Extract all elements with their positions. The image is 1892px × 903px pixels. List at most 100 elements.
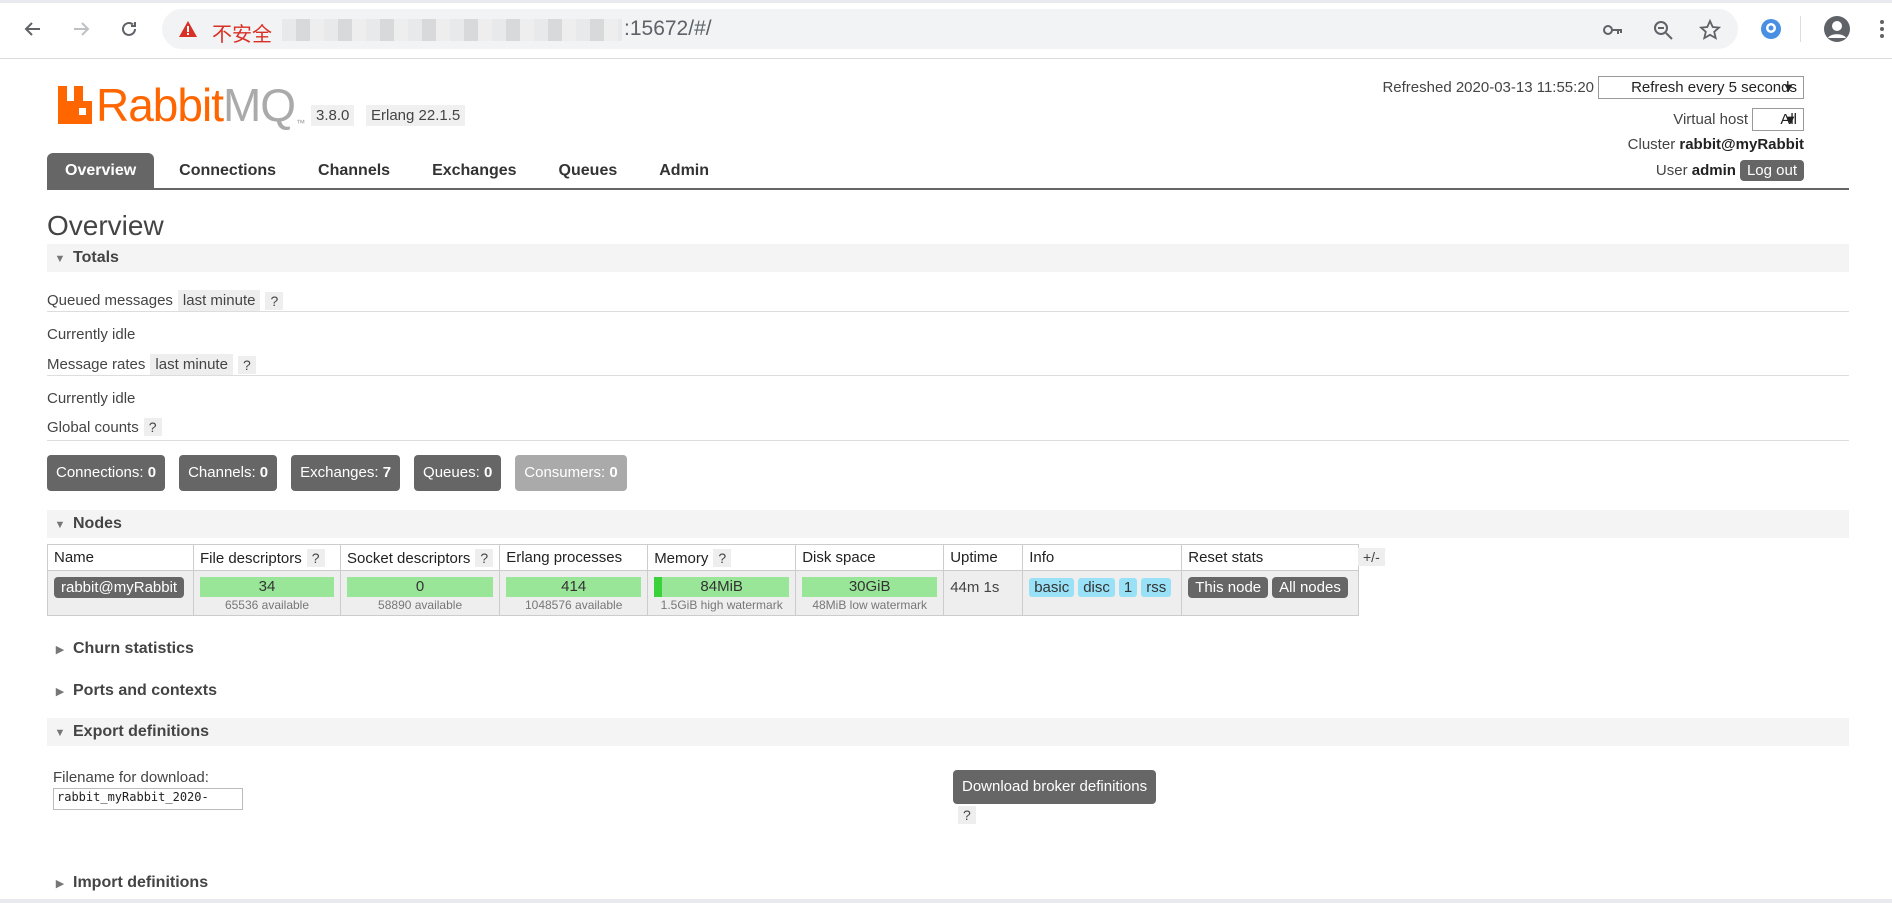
version-badge: 3.8.0 — [311, 105, 355, 126]
tab-exchanges[interactable]: Exchanges — [415, 153, 533, 188]
download-definitions-button[interactable]: Download broker definitions — [953, 770, 1157, 804]
filename-input[interactable]: rabbit_myRabbit_2020- — [53, 788, 243, 810]
col-socket-descriptors: Socket descriptors? — [339, 544, 501, 571]
help-button[interactable]: ? — [713, 548, 732, 567]
channels-count-button[interactable]: Channels: 0 — [179, 455, 278, 491]
info-tag-basic[interactable]: basic — [1029, 578, 1075, 597]
ep-available: 1048576 available — [524, 598, 623, 612]
consumers-count-button[interactable]: Consumers: 0 — [515, 455, 627, 491]
address-bar[interactable]: 不安全 :15672/#/ — [162, 9, 1738, 49]
caret-down-icon: ▼ — [54, 253, 66, 265]
queued-range-toggle[interactable]: last minute — [177, 290, 261, 311]
chevron-down-icon: ▼ — [1784, 112, 1797, 127]
node-name-cell: rabbit@myRabbit — [47, 570, 194, 616]
reset-this-node-button[interactable]: This node — [1188, 577, 1269, 598]
section-ports-header[interactable]: ▶ Ports and contexts — [47, 677, 1849, 705]
message-rates-label: Message rates — [47, 356, 146, 373]
extension-icon[interactable] — [1756, 14, 1786, 44]
col-disk-space: Disk space — [795, 544, 945, 571]
divider — [47, 440, 1849, 441]
queues-count-button[interactable]: Queues: 0 — [414, 455, 502, 491]
ep-cell: 414 1048576 available — [499, 570, 649, 616]
help-button[interactable]: ? — [475, 548, 494, 567]
sd-cell: 0 58890 available — [339, 570, 501, 616]
help-button[interactable]: ? — [306, 548, 325, 567]
logo-wordmark: RabbitMQ — [96, 79, 296, 131]
fd-cell: 34 65536 available — [193, 570, 341, 616]
tabs-underline — [47, 188, 1849, 190]
reload-icon[interactable] — [114, 14, 144, 44]
info-tag-disc[interactable]: disc — [1078, 578, 1115, 597]
info-tag-rss[interactable]: rss — [1141, 578, 1172, 597]
disk-cell: 30GiB 48MiB low watermark — [795, 570, 945, 616]
section-nodes-header[interactable]: ▼ Nodes — [47, 510, 1849, 538]
refreshed-timestamp: Refreshed 2020-03-13 11:55:20 — [1382, 79, 1594, 96]
fd-bar: 34 — [200, 577, 334, 597]
info-tag-count[interactable]: 1 — [1118, 578, 1138, 597]
user-label: User — [1655, 162, 1688, 179]
divider — [47, 375, 1849, 376]
main-nav-tabs: Overview Connections Channels Exchanges … — [47, 153, 734, 188]
global-counts-label: Global counts — [47, 418, 139, 436]
column-toggle-button[interactable]: +/- — [1358, 548, 1385, 566]
section-churn-header[interactable]: ▶ Churn statistics — [47, 635, 1849, 663]
bookmark-star-icon[interactable] — [1699, 19, 1721, 41]
section-totals-header[interactable]: ▼ Totals — [47, 244, 1849, 272]
reset-all-nodes-button[interactable]: All nodes — [1272, 577, 1348, 598]
disk-bar: 30GiB — [802, 577, 938, 597]
connections-count-button[interactable]: Connections: 0 — [47, 455, 166, 491]
section-import-header[interactable]: ▶ Import definitions — [47, 869, 1849, 897]
memory-cell: 84MiB 1.5GiB high watermark — [647, 570, 797, 616]
page-bottom-edge — [0, 899, 1892, 903]
table-row: rabbit@myRabbit 34 65536 available 0 588… — [47, 570, 1359, 616]
disk-watermark: 48MiB low watermark — [812, 598, 928, 612]
menu-icon[interactable] — [1872, 14, 1892, 44]
uptime-value: 44m 1s — [950, 579, 1000, 596]
sd-available: 58890 available — [378, 598, 463, 612]
logout-button[interactable]: Log out — [1739, 160, 1804, 181]
key-icon[interactable] — [1602, 19, 1624, 41]
logo-trademark: ™ — [296, 118, 306, 128]
url-text[interactable]: :15672/#/ — [624, 17, 712, 41]
refresh-interval-select[interactable]: Refresh every 5 seconds ▼ — [1598, 76, 1804, 99]
tab-admin[interactable]: Admin — [642, 153, 726, 188]
vhost-select[interactable]: All ▼ — [1752, 108, 1804, 131]
zoom-out-icon[interactable] — [1652, 19, 1674, 41]
refresh-row: Refreshed 2020-03-13 11:55:20 Refresh ev… — [1382, 76, 1804, 99]
toolbar-divider — [1800, 16, 1801, 42]
rates-range-toggle[interactable]: last minute — [150, 354, 233, 375]
nodes-table: Name File descriptors? Socket descriptor… — [47, 544, 1359, 616]
help-button[interactable]: ? — [958, 806, 976, 824]
forward-icon[interactable] — [66, 14, 96, 44]
col-file-descriptors: File descriptors? — [193, 544, 341, 571]
warning-icon[interactable] — [178, 19, 198, 44]
tab-queues[interactable]: Queues — [542, 153, 635, 188]
help-button[interactable]: ? — [237, 355, 256, 374]
erlang-version-badge: Erlang 22.1.5 — [366, 105, 466, 126]
tab-channels[interactable]: Channels — [301, 153, 407, 188]
cluster-row: Cluster rabbit@myRabbit — [1628, 136, 1804, 153]
user-row: User admin Log out — [1656, 160, 1804, 181]
back-icon[interactable] — [18, 14, 48, 44]
queued-messages-label: Queued messages — [47, 292, 173, 309]
vhost-label: Virtual host — [1673, 111, 1748, 128]
help-button[interactable]: ? — [265, 291, 284, 310]
queued-messages-row: Queued messages last minute ? — [47, 290, 284, 311]
memory-bar-fill — [654, 577, 662, 597]
filename-label: Filename for download: — [53, 769, 209, 786]
exchanges-count-button[interactable]: Exchanges: 7 — [291, 455, 401, 491]
caret-right-icon: ▶ — [55, 878, 65, 890]
page-title: Overview — [47, 210, 164, 241]
tab-connections[interactable]: Connections — [162, 153, 293, 188]
tab-overview[interactable]: Overview — [47, 153, 155, 188]
info-cell: basic disc 1 rss — [1022, 570, 1183, 616]
node-link[interactable]: rabbit@myRabbit — [54, 577, 185, 598]
rabbitmq-logo[interactable]: RabbitMQ ™ — [58, 82, 305, 128]
help-button[interactable]: ? — [143, 418, 162, 436]
profile-avatar-icon[interactable] — [1822, 14, 1852, 44]
col-uptime: Uptime — [943, 544, 1024, 571]
col-info: Info — [1022, 544, 1183, 571]
section-export-header[interactable]: ▼ Export definitions — [47, 718, 1849, 746]
user-name: admin — [1691, 162, 1736, 179]
insecure-label[interactable]: 不安全 — [212, 18, 272, 47]
